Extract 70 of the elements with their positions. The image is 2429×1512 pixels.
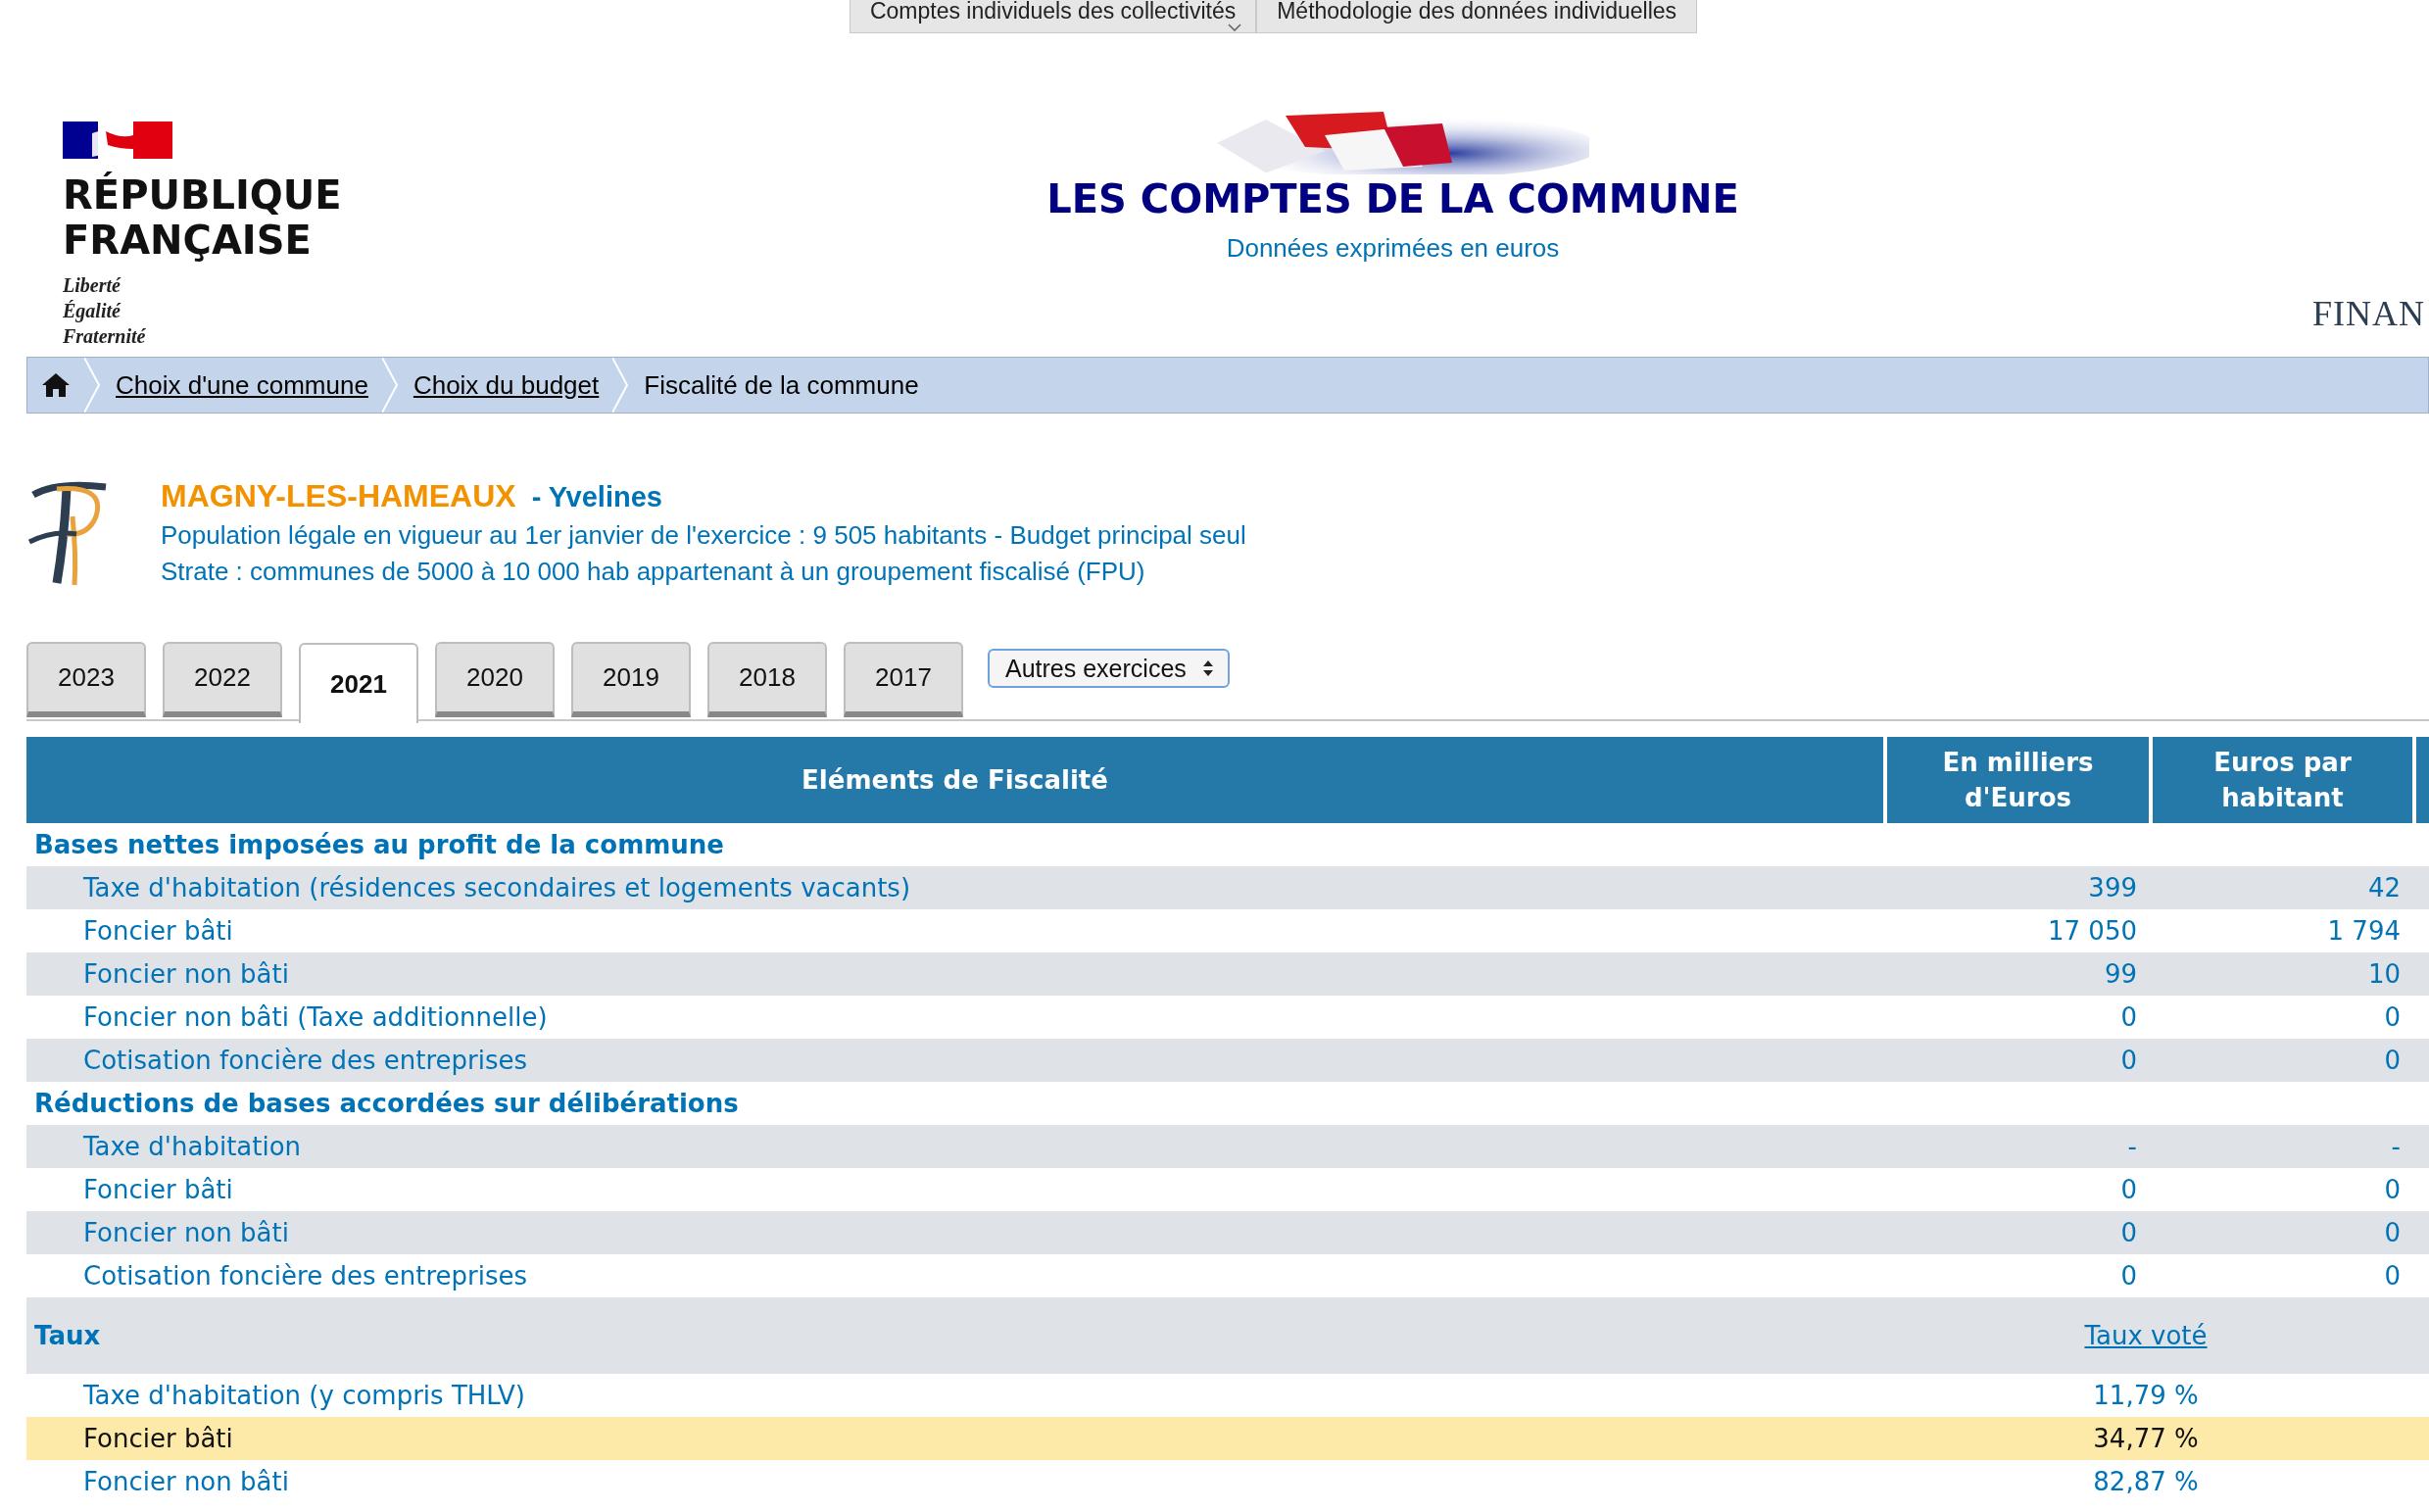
breadcrumb-link[interactable]: Choix du budget xyxy=(413,369,600,401)
row-label: Foncier non bâti xyxy=(82,1467,290,1496)
flag-logo-icon xyxy=(63,120,172,161)
table-cell-text: 0 xyxy=(2119,1261,2138,1291)
table-cell-text: 0 xyxy=(2383,1046,2402,1075)
table-cell-text: 0 xyxy=(2119,1175,2138,1204)
table-cell-text: 0 xyxy=(2119,1046,2138,1075)
row-label: Foncier bâti xyxy=(82,916,234,946)
rate-link[interactable]: Taux voté xyxy=(2084,1321,2208,1350)
caret-icon xyxy=(1228,24,1242,31)
table-cell: 11,79 % xyxy=(2093,1381,2199,1410)
row-label: Foncier non bâti xyxy=(82,959,290,989)
commune-name: MAGNY-LES-HAMEAUX xyxy=(161,478,516,514)
motto-text: Liberté xyxy=(63,273,121,298)
row-label: Taxe d'habitation xyxy=(82,1132,303,1161)
motto-text: Égalité xyxy=(63,299,121,323)
table-cell-text: 399 xyxy=(2087,873,2138,902)
row-label: Foncier bâti xyxy=(82,1175,234,1204)
table-cell-text: 99 xyxy=(2103,959,2138,989)
table-cell-text: 0 xyxy=(2383,1002,2402,1032)
year-tab[interactable]: 2021 xyxy=(299,643,418,723)
table-cell-text: - xyxy=(2126,1132,2138,1161)
table-cell-text: 0 xyxy=(2119,1002,2138,1032)
row-label: Taxe d'habitation (résidences secondaires et logements vacants) xyxy=(82,873,912,902)
section-heading: Réductions de bases accordées sur délibérations xyxy=(33,1088,740,1120)
table-cell-text: - xyxy=(2390,1132,2402,1161)
column-header: Eléments de Fiscalité xyxy=(26,737,1883,823)
chevron-separator-icon xyxy=(612,358,629,413)
section-heading: Taux xyxy=(33,1321,101,1350)
breadcrumb-current: Fiscalité de la commune xyxy=(644,369,919,401)
ministry-logo-text: FINAN xyxy=(2312,293,2425,334)
row-label: Cotisation foncière des entreprises xyxy=(82,1261,529,1291)
table-cell-text: 10 xyxy=(2366,959,2402,989)
menu-tab[interactable]: Méthodologie des données individuelles xyxy=(1256,0,1698,33)
table-cell-text: 0 xyxy=(2383,1218,2402,1247)
breadcrumb-link[interactable]: Choix d'une commune xyxy=(116,369,368,401)
column-header: Euros par habitant xyxy=(2153,737,2412,823)
year-tab[interactable]: 2019 xyxy=(571,642,691,717)
chevron-separator-icon xyxy=(84,358,100,413)
updown-caret-icon xyxy=(1201,658,1214,678)
row-label: Taxe d'habitation (y compris THLV) xyxy=(82,1381,526,1410)
table-cell-text: 17 050 xyxy=(2047,916,2138,946)
table-cell-text: 0 xyxy=(2383,1261,2402,1291)
table-cell: 34,77 % xyxy=(2093,1424,2199,1453)
row-label: Foncier bâti xyxy=(82,1424,234,1453)
department-name: - Yvelines xyxy=(531,481,662,513)
year-tab[interactable]: 2022 xyxy=(163,642,282,717)
year-select[interactable]: Autres exercices xyxy=(988,649,1230,688)
subtitle: Données exprimées en euros xyxy=(1226,233,1560,264)
row-label: Foncier non bâti xyxy=(82,1218,290,1247)
row-label: Cotisation foncière des entreprises xyxy=(82,1046,529,1075)
strate-text: Strate : communes de 5000 à 10 000 hab appartenant à un groupement fiscalisé (FPU) xyxy=(161,557,1146,587)
menu-tab[interactable]: Comptes individuels des collectivités xyxy=(849,0,1257,33)
column-header: En milliers d'Euros xyxy=(1887,737,2149,823)
chevron-separator-icon xyxy=(381,358,398,413)
row-label: Foncier non bâti (Taxe additionnelle) xyxy=(82,1002,549,1032)
year-tab[interactable]: 2020 xyxy=(435,642,555,717)
year-tab[interactable]: 2017 xyxy=(844,642,963,717)
population-text: Population légale en vigueur au 1er janvier de l'exercice : 9 505 habitants - Budget principal seul xyxy=(161,520,1246,551)
page-title: LES COMPTES DE LA COMMUNE xyxy=(1046,176,1739,221)
year-tab[interactable]: 2018 xyxy=(707,642,827,717)
table-cell-text: 0 xyxy=(2119,1218,2138,1247)
table-cell-text: 0 xyxy=(2383,1175,2402,1204)
table-cell-text: 42 xyxy=(2366,873,2402,902)
table-cell: 82,87 % xyxy=(2093,1467,2199,1496)
motto-text: Fraternité xyxy=(63,324,146,349)
table-cell-text: 1 794 xyxy=(2326,916,2402,946)
year-tab[interactable]: 2023 xyxy=(26,642,146,717)
section-heading: Bases nettes imposées au profit de la commune xyxy=(33,829,725,861)
republic-name: RÉPUBLIQUE FRANÇAISE xyxy=(63,172,343,263)
